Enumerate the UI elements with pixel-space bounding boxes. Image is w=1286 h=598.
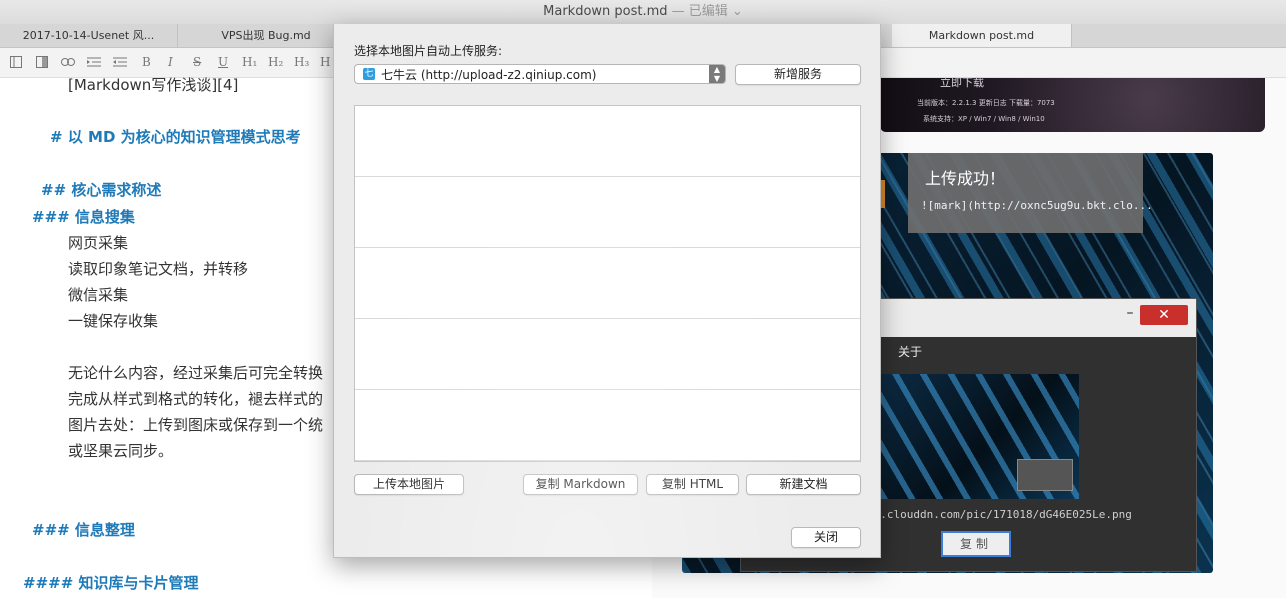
new-document-button[interactable]: 新建文档 — [746, 474, 861, 495]
indent-icon[interactable] — [87, 48, 101, 77]
banner-download-text: 立即下载 — [940, 76, 984, 89]
upload-success-toast: 上传成功！ ![mark](http://oxnc5ug9u.bkt.clo..… — [908, 153, 1153, 233]
toast-markdown-text: ![mark](http://oxnc5ug9u.bkt.clo... — [921, 199, 1153, 212]
close-dialog-button[interactable]: 关闭 — [791, 527, 861, 548]
upload-local-image-button[interactable]: 上传本地图片 — [354, 474, 464, 495]
tab-markdown-post[interactable]: Markdown post.md — [892, 24, 1072, 47]
image-url-text: kt.clouddn.com/pic/171018/dG46E025Le.png — [867, 508, 1132, 521]
about-title: 关于 — [898, 345, 923, 359]
bold-button[interactable]: B — [142, 48, 151, 77]
editor-line: 或坚果云同步。 — [68, 442, 174, 460]
link-icon[interactable] — [60, 48, 76, 77]
heading2-button[interactable]: H₂ — [268, 48, 283, 77]
tab-vps-bug[interactable]: VPS出现 Bug.md — [178, 24, 355, 47]
editor-heading: ### 信息搜集 — [32, 208, 135, 226]
mini-window-thumbnail — [1017, 459, 1073, 491]
uploaded-images-list[interactable] — [354, 105, 861, 462]
heading3-button[interactable]: H₃ — [294, 48, 309, 77]
editor-line: [Markdown写作浅谈][4] — [68, 76, 239, 94]
banner-system-text: 系统支持：XP / Win7 / Win8 / Win10 — [923, 115, 1045, 123]
heading1-button[interactable]: H₁ — [242, 48, 257, 77]
sidebar-toggle-icon[interactable] — [10, 48, 22, 77]
editor-line: 读取印象笔记文档，并转移 — [68, 260, 249, 278]
close-window-button[interactable]: ✕ — [1140, 305, 1188, 325]
list-item[interactable] — [355, 461, 860, 462]
list-item[interactable] — [355, 106, 860, 177]
chevron-updown-icon[interactable]: ▲ ▼ — [709, 65, 725, 83]
editor-line: 微信采集 — [68, 286, 129, 304]
list-item[interactable] — [355, 390, 860, 461]
minimize-button[interactable]: – — [1123, 305, 1137, 325]
about-screenshot-image — [881, 374, 1079, 499]
underline-button[interactable]: U — [218, 48, 228, 77]
outdent-icon[interactable] — [113, 48, 127, 77]
add-service-button[interactable]: 新增服务 — [735, 64, 861, 85]
editor-heading: #### 知识库与卡片管理 — [23, 574, 199, 592]
window-titlebar: Markdown post.md — 已编辑 ⌄ — [0, 0, 1286, 25]
tab-usenet[interactable]: 2017-10-14-Usenet 风... — [0, 24, 178, 47]
toast-title: 上传成功！ — [925, 169, 1006, 188]
editor-line: 无论什么内容，经过采集后可完全转换 — [68, 364, 324, 382]
edited-indicator[interactable]: — 已编辑 ⌄ — [672, 4, 743, 19]
editor-heading: ### 信息整理 — [32, 521, 135, 539]
upload-service-label: 选择本地图片自动上传服务: — [354, 44, 503, 58]
heading4-button[interactable]: H — [320, 48, 330, 77]
editor-line: 图片去处：上传到图床或保存到一个统 — [68, 416, 324, 434]
upload-service-value: 七牛云 (http://upload-z2.qiniup.com) — [381, 68, 597, 82]
editor-line: 一键保存收集 — [68, 312, 159, 330]
editor-heading: # 以 MD 为核心的知识管理模式思考 — [50, 128, 301, 146]
preview-toggle-icon[interactable] — [36, 48, 48, 77]
upload-service-select[interactable]: 七 七牛云 (http://upload-z2.qiniup.com) ▲ ▼ — [354, 64, 726, 84]
editor-heading: ## 核心需求称述 — [41, 181, 162, 199]
italic-button[interactable]: I — [168, 48, 173, 77]
list-item[interactable] — [355, 319, 860, 390]
editor-line: 网页采集 — [68, 234, 129, 252]
editor-line: 完成从样式到格式的转化，褪去样式的 — [68, 390, 324, 408]
qiniu-icon: 七 — [363, 68, 375, 80]
copy-markdown-button[interactable]: 复制 Markdown — [523, 474, 638, 495]
copy-url-button[interactable]: 复制 — [941, 531, 1011, 557]
window-title: Markdown post.md — [543, 4, 668, 19]
list-item[interactable] — [355, 248, 860, 319]
download-banner-image: 立即下载 当前版本：2.2.1.3 更新日志 下载量：7073 系统支持：XP … — [880, 76, 1265, 132]
strikethrough-button[interactable]: S — [193, 48, 201, 77]
copy-html-button[interactable]: 复制 HTML — [646, 474, 739, 495]
list-item[interactable] — [355, 177, 860, 248]
banner-version-text: 当前版本：2.2.1.3 更新日志 下载量：7073 — [917, 99, 1055, 107]
image-upload-dialog: 选择本地图片自动上传服务: 七 七牛云 (http://upload-z2.qi… — [333, 24, 881, 558]
